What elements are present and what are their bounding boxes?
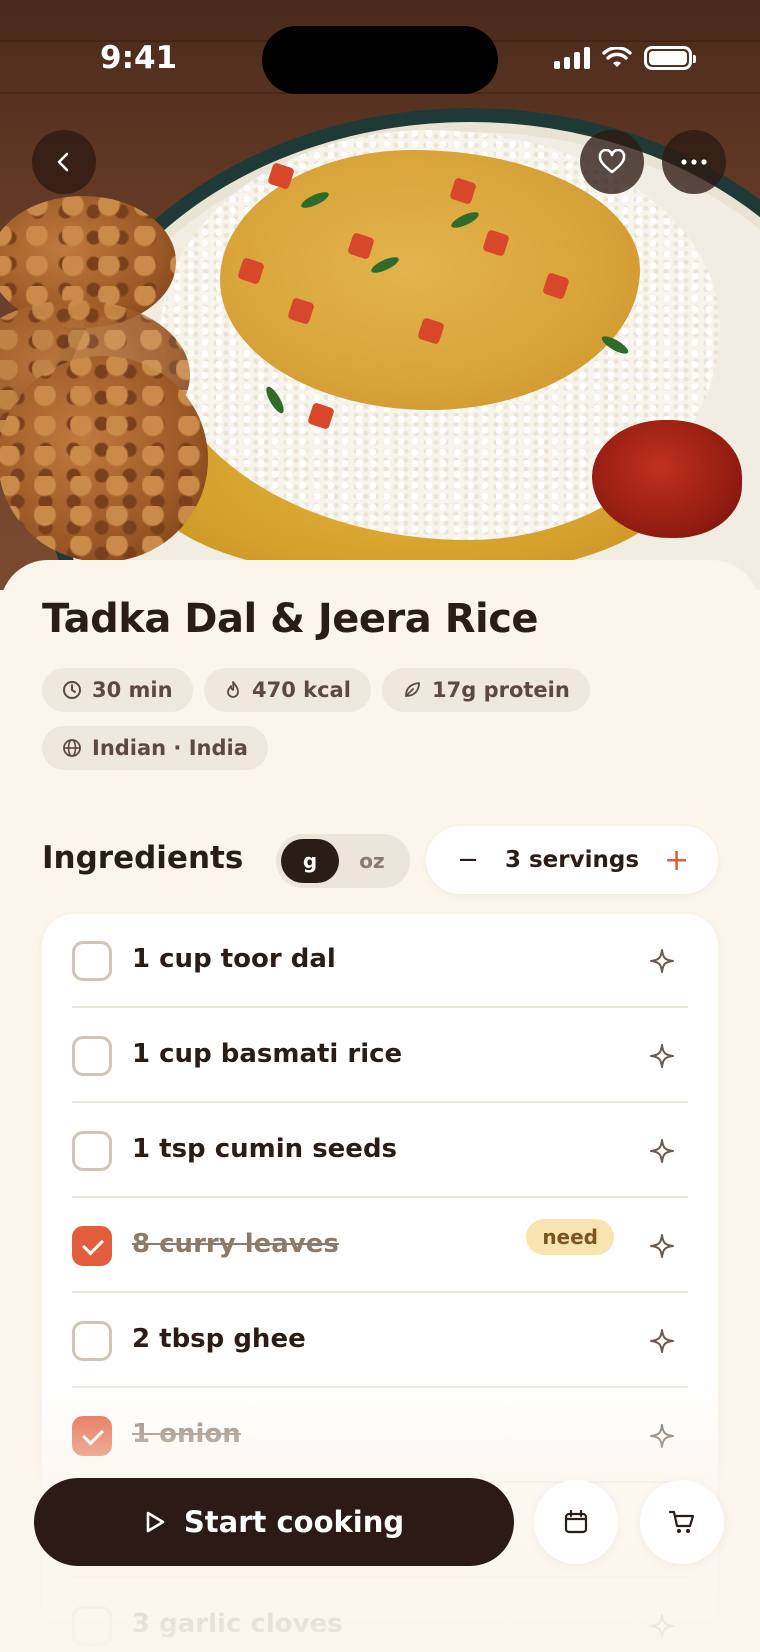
unit-toggle: g oz bbox=[276, 834, 410, 888]
cuisine-chip: Indian · India bbox=[42, 726, 268, 770]
schedule-button[interactable] bbox=[534, 1480, 618, 1564]
ingredient-label: 1 cup toor dal bbox=[132, 944, 336, 974]
ingredient-row[interactable]: 3 garlic cloves bbox=[72, 1579, 688, 1652]
need-badge: need bbox=[526, 1219, 614, 1255]
favorite-button[interactable] bbox=[580, 130, 644, 194]
ingredient-row[interactable]: 1 tsp cumin seeds bbox=[72, 1104, 688, 1198]
back-button[interactable] bbox=[32, 130, 96, 194]
cuisine-chip-label: Indian · India bbox=[92, 736, 248, 760]
ingredient-label: 8 curry leaves bbox=[132, 1229, 339, 1259]
ingredient-checkbox[interactable] bbox=[72, 1036, 112, 1076]
sparkle-icon[interactable] bbox=[648, 1422, 676, 1450]
dynamic-island bbox=[262, 26, 498, 94]
ingredient-label: 1 cup basmati rice bbox=[132, 1039, 403, 1069]
calories-chip: 470 kcal bbox=[204, 668, 371, 712]
sparkle-icon[interactable] bbox=[648, 1042, 676, 1070]
ingredient-checkbox[interactable] bbox=[72, 1321, 112, 1361]
ingredient-label: 1 tsp cumin seeds bbox=[132, 1134, 398, 1164]
ingredient-row[interactable]: 1 cup basmati rice bbox=[72, 1009, 688, 1103]
more-horizontal-icon bbox=[681, 159, 707, 165]
sparkle-icon[interactable] bbox=[648, 1612, 676, 1640]
time-chip-label: 30 min bbox=[92, 678, 173, 702]
clock-icon bbox=[63, 681, 81, 699]
sparkle-icon[interactable] bbox=[648, 1232, 676, 1260]
more-options-button[interactable] bbox=[662, 130, 726, 194]
increase-servings-button[interactable]: + bbox=[664, 843, 689, 878]
play-icon bbox=[146, 1511, 165, 1533]
globe-icon bbox=[63, 739, 81, 757]
sparkle-icon[interactable] bbox=[648, 947, 676, 975]
ingredient-checkbox[interactable] bbox=[72, 941, 112, 981]
decrease-servings-button[interactable]: − bbox=[456, 845, 480, 875]
ingredient-label: 2 tbsp ghee bbox=[132, 1324, 306, 1354]
ingredient-checkbox-checked[interactable] bbox=[72, 1226, 112, 1266]
time-chip: 30 min bbox=[42, 668, 193, 712]
ingredient-checkbox[interactable] bbox=[72, 1606, 112, 1646]
calories-chip-label: 470 kcal bbox=[252, 678, 351, 702]
protein-chip: 17g protein bbox=[382, 668, 590, 712]
ingredient-label: 3 garlic cloves bbox=[132, 1609, 343, 1639]
ingredient-checkbox-checked[interactable] bbox=[72, 1416, 112, 1456]
cellular-signal-icon bbox=[554, 47, 590, 69]
status-bar: 9:41 bbox=[0, 0, 760, 110]
ingredient-row[interactable]: 1 onion bbox=[72, 1389, 688, 1483]
wifi-icon bbox=[602, 47, 632, 67]
ingredient-row[interactable]: 1 cup toor dal bbox=[72, 914, 688, 1008]
protein-chip-label: 17g protein bbox=[432, 678, 570, 702]
recipe-title: Tadka Dal & Jeera Rice bbox=[42, 596, 539, 642]
servings-count: 3 servings bbox=[504, 847, 640, 873]
ingredient-label: 1 onion bbox=[132, 1419, 241, 1449]
start-cooking-button[interactable]: Start cooking bbox=[34, 1478, 514, 1566]
ingredient-checkbox[interactable] bbox=[72, 1131, 112, 1171]
ingredients-heading: Ingredients bbox=[42, 840, 244, 876]
start-cooking-label: Start cooking bbox=[183, 1505, 405, 1539]
calendar-icon bbox=[564, 1509, 588, 1534]
sparkle-icon[interactable] bbox=[648, 1327, 676, 1355]
sparkle-icon[interactable] bbox=[648, 1137, 676, 1165]
cart-icon bbox=[668, 1510, 695, 1533]
flame-icon bbox=[227, 681, 239, 698]
unit-grams-option[interactable]: g bbox=[281, 839, 339, 883]
chevron-left-icon bbox=[57, 152, 69, 172]
add-to-cart-button[interactable] bbox=[640, 1480, 724, 1564]
ingredient-row[interactable]: 8 curry leaves need bbox=[72, 1199, 688, 1293]
heart-icon bbox=[598, 149, 626, 174]
servings-stepper: − 3 servings + bbox=[426, 826, 718, 894]
leaf-icon bbox=[405, 682, 420, 697]
status-time: 9:41 bbox=[100, 40, 178, 76]
battery-icon bbox=[644, 46, 696, 70]
ingredient-row[interactable]: 2 tbsp ghee bbox=[72, 1294, 688, 1388]
unit-ounces-option[interactable]: oz bbox=[339, 839, 405, 883]
